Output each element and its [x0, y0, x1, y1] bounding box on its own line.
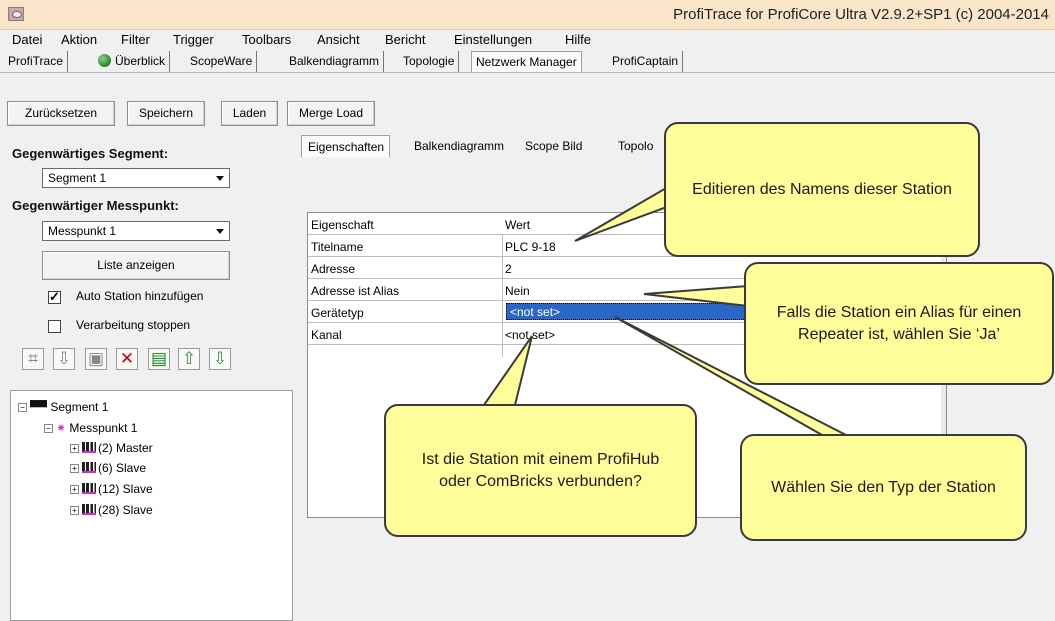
property-name: Adresse — [311, 262, 356, 276]
segment-label: Gegenwärtiges Segment: — [12, 146, 169, 161]
tab-topologie[interactable]: Topologie — [399, 51, 460, 72]
show-list-button[interactable]: Liste anzeigen — [42, 251, 230, 280]
hub-callout: Ist die Station mit einem ProfiHub oder … — [384, 404, 697, 537]
detail-tab-topology[interactable]: Topolo — [618, 135, 653, 157]
device-icon[interactable]: ▣ — [85, 348, 107, 370]
merge-load-button[interactable]: Merge Load — [287, 101, 375, 126]
auto-station-checkbox[interactable] — [48, 289, 61, 305]
menu-bericht[interactable]: Bericht — [385, 32, 425, 47]
tree-segment[interactable]: − ▀▀ Segment 1 — [18, 400, 108, 414]
reset-button[interactable]: Zurücksetzen — [7, 101, 115, 126]
menu-einstellungen[interactable]: Einstellungen — [454, 32, 532, 47]
measurement-select[interactable]: Messpunkt 1 — [42, 221, 230, 241]
tab-balkendiagramm[interactable]: Balkendiagramm — [285, 51, 385, 72]
edit-icon[interactable]: ▤ — [148, 348, 170, 370]
detail-tab-scope-image[interactable]: Scope Bild — [525, 135, 582, 157]
menu-hilfe[interactable]: Hilfe — [565, 32, 591, 47]
up-arrow-icon[interactable]: ⇧ — [178, 348, 200, 370]
tree-station-slave-12[interactable]: + (12) Slave — [70, 482, 153, 496]
alias-callout: Falls die Station ein Alias für einen Re… — [744, 262, 1054, 385]
download-icon[interactable]: ⇩ — [53, 348, 75, 370]
tree-station-slave-6[interactable]: + (6) Slave — [70, 461, 146, 475]
menu-trigger[interactable]: Trigger — [173, 32, 214, 47]
window-title: ProfiTrace for ProfiCore Ultra V2.9.2+SP… — [673, 6, 1049, 23]
collapse-icon[interactable]: − — [44, 424, 53, 433]
station-grid-icon[interactable]: ⌗ — [22, 348, 44, 370]
menu-aktion[interactable]: Aktion — [61, 32, 97, 47]
station-icon — [82, 504, 96, 515]
property-value[interactable]: PLC 9-18 — [505, 240, 556, 254]
type-callout: Wählen Sie den Typ der Station — [740, 434, 1027, 541]
tab-profitrace[interactable]: ProfiTrace — [4, 51, 68, 72]
tab-netzwerk-manager[interactable]: Netzwerk Manager — [471, 51, 582, 72]
property-name: Titelname — [311, 240, 364, 254]
station-tree: − ▀▀ Segment 1 − ⁕ Messpunkt 1 + (2) Master… — [10, 390, 293, 621]
expand-icon[interactable]: + — [70, 506, 79, 515]
property-value[interactable]: 2 — [505, 262, 512, 276]
tab-scopeware[interactable]: ScopeWare — [186, 51, 258, 72]
expand-icon[interactable]: + — [70, 444, 79, 453]
tree-station-master[interactable]: + (2) Master — [70, 441, 153, 455]
property-name: Gerätetyp — [311, 306, 364, 320]
station-icon — [82, 483, 96, 494]
stop-processing-checkbox[interactable] — [48, 320, 61, 333]
value-header: Wert — [505, 218, 531, 232]
segment-select[interactable]: Segment 1 — [42, 168, 230, 188]
collapse-icon[interactable]: − — [18, 403, 27, 412]
tab-ueberblick[interactable]: Überblick — [94, 51, 171, 72]
green-status-icon — [98, 54, 111, 67]
property-header: Eigenschaft — [311, 218, 374, 232]
menu-toolbars[interactable]: Toolbars — [242, 32, 291, 47]
down-arrow-icon[interactable]: ⇩ — [209, 348, 231, 370]
tree-station-slave-28[interactable]: + (28) Slave — [70, 503, 153, 517]
menu-ansicht[interactable]: Ansicht — [317, 32, 360, 47]
edit-name-callout: Editieren des Namens dieser Station — [664, 122, 980, 257]
property-name: Kanal — [311, 328, 342, 342]
station-icon — [82, 442, 96, 453]
menu-bar: Datei Aktion Filter Trigger Toolbars Ans… — [0, 30, 1055, 48]
app-icon[interactable] — [8, 7, 24, 21]
main-tabs: ProfiTrace Überblick ScopeWare Balkendia… — [0, 48, 1055, 73]
tree-measurement[interactable]: − ⁕ Messpunkt 1 — [44, 421, 137, 435]
save-button[interactable]: Speichern — [127, 101, 205, 126]
measurement-label: Gegenwärtiger Messpunkt: — [12, 198, 179, 213]
property-value[interactable]: Nein — [505, 284, 530, 298]
window-titlebar: ProfiTrace for ProfiCore Ultra V2.9.2+SP… — [0, 0, 1055, 30]
property-name: Adresse ist Alias — [311, 284, 400, 298]
menu-filter[interactable]: Filter — [121, 32, 150, 47]
property-value[interactable]: <not set> — [505, 328, 555, 342]
expand-icon[interactable]: + — [70, 464, 79, 473]
tab-proficaptain[interactable]: ProfiCaptain — [608, 51, 684, 72]
device-type-select[interactable]: <not set> — [506, 303, 746, 320]
chevron-down-icon[interactable] — [212, 223, 228, 239]
auto-station-label: Auto Station hinzufügen — [76, 289, 204, 303]
station-icon — [82, 462, 96, 473]
stop-processing-label: Verarbeitung stoppen — [76, 318, 191, 332]
detail-tab-bar-chart[interactable]: Balkendiagramm — [414, 135, 504, 157]
chevron-down-icon[interactable] — [212, 170, 228, 186]
delete-icon[interactable]: ✕ — [116, 348, 138, 370]
expand-icon[interactable]: + — [70, 485, 79, 494]
menu-datei[interactable]: Datei — [12, 32, 42, 47]
segment-icon: ▀▀ — [30, 400, 48, 414]
detail-tab-properties[interactable]: Eigenschaften — [301, 135, 391, 157]
measurement-icon: ⁕ — [56, 421, 67, 435]
load-button[interactable]: Laden — [221, 101, 278, 126]
